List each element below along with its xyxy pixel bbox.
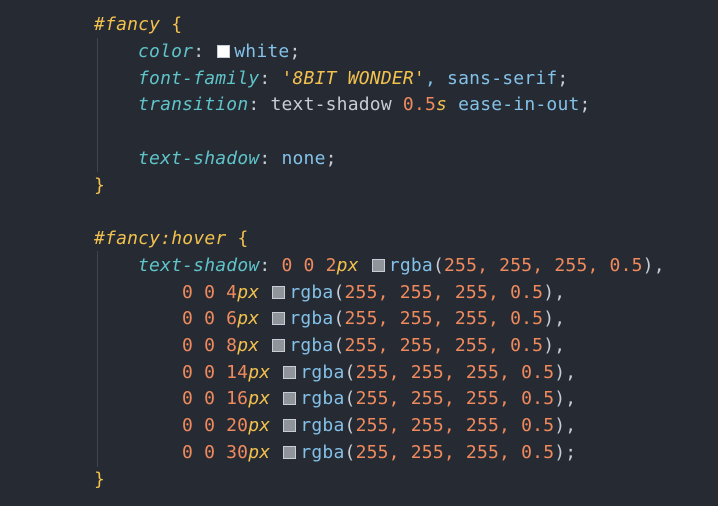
code-line: color: white;	[94, 39, 301, 65]
css-number: 0 0 16	[182, 388, 249, 409]
css-args: 255, 255, 255, 0.5	[355, 415, 555, 436]
css-function: rgba	[300, 442, 345, 463]
close-brace: }	[94, 175, 106, 196]
colon: :	[259, 255, 282, 276]
color-swatch-icon[interactable]	[272, 286, 286, 299]
code-line: #fancy:hover {	[94, 226, 249, 252]
css-function: rgba	[388, 255, 433, 276]
color-swatch-icon[interactable]	[283, 366, 297, 379]
code-line: }	[94, 467, 105, 493]
css-selector: #fancy	[94, 14, 161, 35]
colon: :	[248, 94, 271, 115]
semicolon: ;	[325, 148, 337, 169]
line-end: ),	[554, 362, 577, 383]
code-line: 0 0 30px rgba(255, 255, 255, 0.5);	[182, 442, 577, 463]
css-args: 255, 255, 255, 0.5	[344, 335, 544, 356]
css-args: 255, 255, 255, 0.5	[344, 282, 544, 303]
css-value: ease-in-out	[447, 94, 580, 115]
css-property: text-shadow	[138, 148, 260, 169]
line-end: ),	[554, 388, 577, 409]
css-args: 255, 255, 255, 0.5	[355, 442, 555, 463]
css-unit: px	[237, 308, 260, 329]
css-number: 0 0 30	[182, 442, 249, 463]
css-number: 0 0 8	[182, 335, 238, 356]
css-number: 0 0 4	[182, 282, 238, 303]
css-number: 0 0 20	[182, 415, 249, 436]
css-args: 255, 255, 255, 0.5	[344, 308, 544, 329]
css-value: , sans-serif	[424, 68, 558, 89]
code-line: 0 0 8px rgba(255, 255, 255, 0.5),	[182, 335, 566, 356]
css-property: color	[138, 41, 194, 62]
css-function: rgba	[289, 282, 334, 303]
code-line: transition: text-shadow 0.5s ease-in-out…	[94, 92, 591, 118]
code-line: text-shadow: none;	[94, 146, 337, 172]
css-unit: px	[248, 442, 271, 463]
color-swatch-icon[interactable]	[283, 392, 297, 405]
semicolon: ;	[289, 41, 301, 62]
line-end: ),	[642, 255, 665, 276]
code-line: 0 0 4px rgba(255, 255, 255, 0.5),	[182, 282, 566, 303]
open-brace: {	[226, 228, 249, 249]
css-value: white	[234, 41, 290, 62]
css-args: 255, 255, 255, 0.5	[355, 388, 555, 409]
css-number: 0 0 14	[182, 362, 249, 383]
css-unit: px	[237, 335, 260, 356]
color-swatch-icon[interactable]	[283, 446, 297, 459]
code-line: #fancy {	[94, 12, 182, 38]
close-brace: }	[94, 469, 106, 490]
css-value: text-shadow	[270, 94, 403, 115]
code-line: 0 0 20px rgba(255, 255, 255, 0.5),	[182, 415, 577, 436]
css-unit: s	[436, 94, 448, 115]
css-unit: px	[248, 388, 271, 409]
css-string: '8BIT WONDER'	[281, 68, 425, 89]
colon: :	[259, 68, 282, 89]
color-swatch-icon[interactable]	[217, 45, 231, 58]
css-unit: px	[336, 255, 359, 276]
open-brace: {	[160, 14, 183, 35]
line-end: ),	[543, 282, 566, 303]
css-number: 0.5	[402, 94, 437, 115]
css-function: rgba	[300, 388, 345, 409]
code-line: 0 0 16px rgba(255, 255, 255, 0.5),	[182, 388, 577, 409]
line-end: );	[554, 442, 577, 463]
colon: :	[259, 148, 282, 169]
css-function: rgba	[300, 362, 345, 383]
css-function: rgba	[300, 415, 345, 436]
css-selector: #fancy:hover	[94, 228, 227, 249]
css-unit: px	[248, 362, 271, 383]
css-property: text-shadow	[138, 255, 260, 276]
css-function: rgba	[289, 308, 334, 329]
css-args: 255, 255, 255, 0.5	[355, 362, 555, 383]
line-end: ),	[543, 335, 566, 356]
css-value: none	[281, 148, 326, 169]
code-line: font-family: '8BIT WONDER', sans-serif;	[94, 66, 568, 92]
color-swatch-icon[interactable]	[371, 259, 385, 272]
colon: :	[193, 41, 216, 62]
semicolon: ;	[557, 68, 569, 89]
css-args: 255, 255, 255, 0.5	[444, 255, 643, 276]
css-function: rgba	[289, 335, 334, 356]
color-swatch-icon[interactable]	[272, 339, 286, 352]
code-line: }	[94, 173, 105, 199]
css-property: font-family	[138, 68, 260, 89]
css-number: 0 0 2	[281, 255, 337, 276]
color-swatch-icon[interactable]	[272, 312, 286, 325]
line-end: ),	[543, 308, 566, 329]
code-line: 0 0 6px rgba(255, 255, 255, 0.5),	[182, 308, 566, 329]
semicolon: ;	[579, 94, 591, 115]
code-line: 0 0 14px rgba(255, 255, 255, 0.5),	[182, 362, 577, 383]
line-end: ),	[554, 415, 577, 436]
css-property: transition	[138, 94, 249, 115]
css-unit: px	[248, 415, 271, 436]
color-swatch-icon[interactable]	[283, 419, 297, 432]
css-number: 0 0 6	[182, 308, 238, 329]
css-unit: px	[237, 282, 260, 303]
code-editor[interactable]: #fancy { color: white; font-family: '8BI…	[0, 0, 718, 506]
code-line: text-shadow: 0 0 2px rgba(255, 255, 255,…	[138, 255, 665, 276]
